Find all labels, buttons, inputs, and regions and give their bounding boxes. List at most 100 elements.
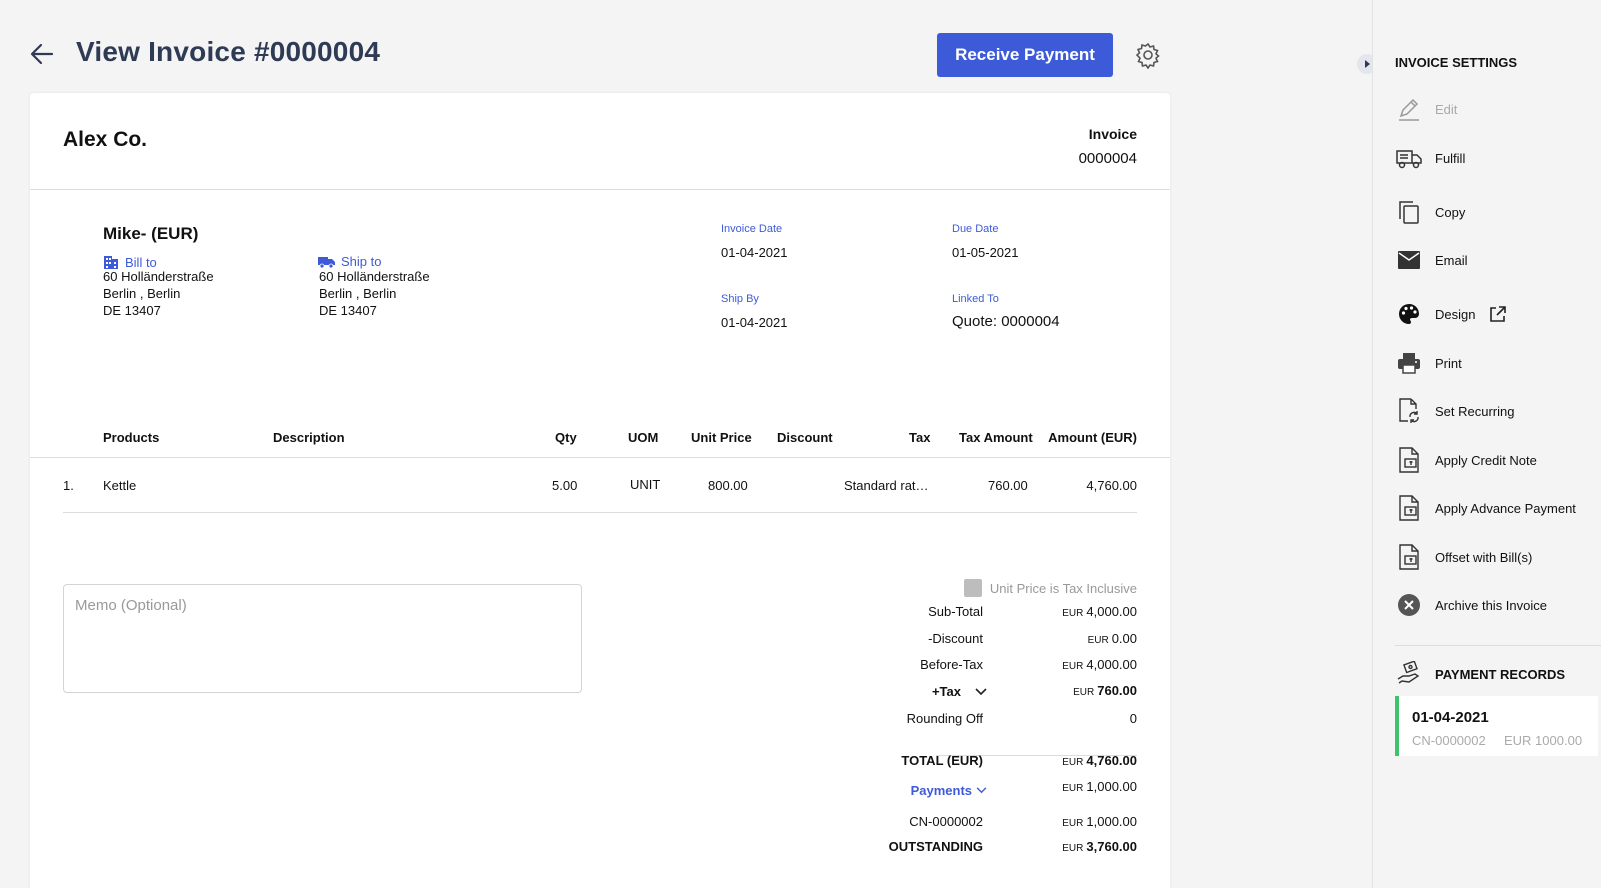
row-uom: UNIT (630, 477, 661, 492)
row-qty: 5.00 (552, 478, 578, 493)
due-date-label: Due Date (952, 223, 999, 235)
chevron-down-icon[interactable] (976, 787, 987, 794)
menu-item-email[interactable]: Email (1395, 246, 1468, 274)
receive-payment-button[interactable]: Receive Payment (937, 33, 1113, 77)
checkbox-box[interactable] (963, 579, 982, 597)
menu-item-label: Fulfill (1435, 150, 1466, 166)
menu-item-set-recurring[interactable]: Set Recurring (1395, 397, 1514, 425)
outstanding-amount: 3,760.00 (1086, 839, 1137, 854)
ship-to-line: Berlin , Berlin (319, 286, 397, 301)
before-tax-label: Before-Tax (920, 657, 983, 672)
invoice-date-value: 01-04-2021 (721, 245, 788, 260)
tax-toggle[interactable]: +Tax (932, 684, 987, 699)
bill-to-heading: Bill to (103, 254, 157, 270)
total-amount: 4,760.00 (1086, 753, 1137, 768)
menu-item-label: Set Recurring (1435, 403, 1515, 419)
row-tax-amount: 760.00 (988, 478, 1028, 493)
ship-to-heading: Ship to (318, 254, 381, 269)
printer-icon (1395, 349, 1423, 377)
payments-label[interactable]: Payments (911, 783, 972, 798)
menu-item-apply-advance-payment[interactable]: Apply Advance Payment (1395, 494, 1576, 522)
chevron-down-icon[interactable] (975, 687, 987, 696)
caret-right-icon[interactable] (1364, 60, 1370, 68)
column-header-description: Description (273, 430, 345, 445)
ship-to-label: Ship to (341, 254, 382, 269)
column-header-amount: Amount (EUR) (1048, 430, 1137, 445)
menu-item-label: Copy (1435, 204, 1466, 220)
currency-code: EUR (1062, 818, 1084, 829)
menu-item-label: Design (1435, 306, 1476, 322)
due-date-value: 01-05-2021 (952, 245, 1019, 260)
currency-code: EUR (1073, 687, 1095, 698)
total-label: TOTAL (EUR) (901, 753, 983, 768)
gear-icon[interactable] (1134, 41, 1162, 69)
currency-code: EUR (1062, 757, 1084, 768)
discount-label: -Discount (928, 631, 983, 646)
back-arrow-icon[interactable] (28, 40, 56, 68)
linked-to-value[interactable]: Quote: 0000004 (952, 313, 1060, 330)
payments-amount: 1,000.00 (1086, 779, 1137, 794)
menu-item-archive-invoice[interactable]: Archive this Invoice (1395, 591, 1547, 619)
rounding-label: Rounding Off (906, 711, 983, 726)
tax-amount: 760.00 (1097, 683, 1137, 698)
payments-toggle[interactable]: Payments (911, 783, 987, 798)
payment-record-card[interactable]: 01-04-2021 CN-0000002 EUR 1000.00 (1395, 696, 1598, 756)
payment-records-title: PAYMENT RECORDS (1435, 666, 1566, 682)
truck-icon (1395, 144, 1423, 172)
menu-item-fulfill[interactable]: Fulfill (1395, 144, 1465, 172)
credit-ref-label: CN-0000002 (909, 814, 983, 829)
currency-code: EUR (1062, 661, 1084, 672)
menu-item-design[interactable]: Design (1395, 300, 1507, 328)
ship-to-line: 60 Holländerstraße (319, 269, 430, 284)
customer-name: Mike- (EUR) (103, 224, 199, 243)
bill-to-line: Berlin , Berlin (103, 286, 181, 301)
menu-item-label: Email (1435, 252, 1468, 268)
row-index: 1. (63, 478, 74, 493)
outstanding-value: EUR 3,760.00 (1062, 839, 1137, 854)
outstanding-label: OUTSTANDING (888, 839, 983, 854)
menu-item-print[interactable]: Print (1395, 349, 1462, 377)
credit-ref-amount: 1,000.00 (1086, 814, 1137, 829)
ship-by-value: 01-04-2021 (721, 315, 788, 330)
memo-field[interactable] (63, 584, 582, 693)
menu-item-copy[interactable]: Copy (1395, 198, 1465, 226)
column-header-unit-price: Unit Price (691, 430, 752, 445)
row-product: Kettle (103, 478, 137, 493)
page-title: View Invoice #0000004 (76, 36, 381, 67)
invoice-card: Alex Co. Invoice 0000004 Mike- (EUR) Bil… (30, 93, 1170, 888)
invoice-date-label: Invoice Date (721, 223, 783, 235)
subtotal-value: EUR 4,000.00 (1062, 604, 1137, 619)
subtotal-amount: 4,000.00 (1086, 604, 1137, 619)
divider (30, 189, 1170, 190)
truck-icon (318, 256, 335, 268)
currency-code: EUR (1062, 843, 1084, 854)
divider (30, 457, 1170, 458)
tax-inclusive-checkbox[interactable]: Unit Price is Tax Inclusive (963, 579, 1137, 597)
ship-by-label: Ship By (721, 293, 759, 305)
column-header-uom: UOM (628, 430, 659, 445)
company-name: Alex Co. (63, 128, 148, 151)
payment-record-date: 01-04-2021 (1412, 709, 1489, 726)
advance-payment-icon (1395, 494, 1423, 522)
menu-item-offset-with-bills[interactable]: Offset with Bill(s) (1395, 543, 1532, 571)
external-link-icon[interactable] (1489, 305, 1507, 323)
before-tax-amount: 4,000.00 (1086, 657, 1137, 672)
payment-record-amount: EUR 1000.00 (1504, 733, 1583, 748)
invoice-label: Invoice (1088, 126, 1137, 142)
divider (1395, 645, 1601, 646)
column-header-discount: Discount (777, 430, 833, 445)
row-tax: Standard rat… (844, 478, 929, 493)
divider (63, 512, 1137, 513)
tax-label: +Tax (931, 684, 961, 699)
invoice-number: 0000004 (1078, 150, 1137, 167)
hand-money-icon (1395, 660, 1423, 688)
building-icon (104, 256, 118, 269)
menu-item-label: Apply Credit Note (1435, 452, 1537, 468)
column-header-products: Products (103, 430, 160, 445)
menu-item-label: Print (1435, 355, 1462, 371)
row-amount: 4,760.00 (1086, 478, 1137, 493)
recurring-icon (1395, 397, 1423, 425)
menu-item-apply-credit-note[interactable]: Apply Credit Note (1395, 446, 1537, 474)
tax-value: EUR 760.00 (1073, 683, 1137, 698)
archive-x-icon (1395, 591, 1423, 619)
